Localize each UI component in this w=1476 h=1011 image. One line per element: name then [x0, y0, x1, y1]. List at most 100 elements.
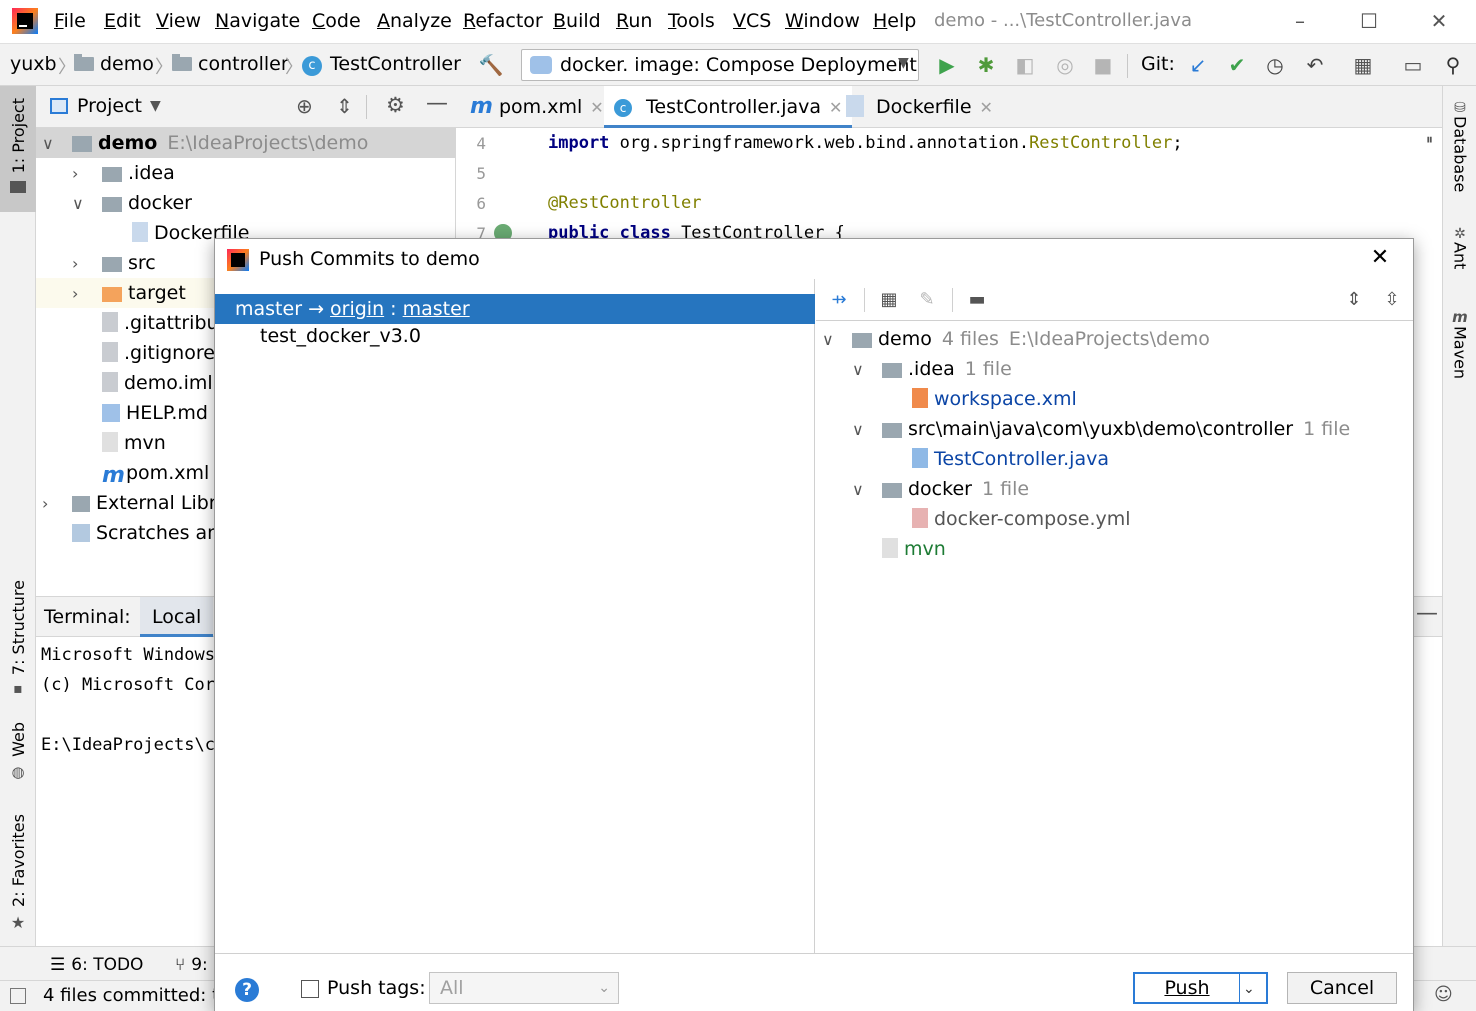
intellij-logo-icon: [227, 249, 249, 271]
changed-file-item[interactable]: workspace.xml: [816, 384, 1413, 414]
locate-file-icon[interactable]: ⊕: [296, 94, 313, 118]
menu-tools[interactable]: Tools: [668, 10, 715, 32]
window-close-button[interactable]: ✕: [1427, 8, 1451, 34]
close-icon[interactable]: ✕: [1365, 243, 1395, 273]
breadcrumb-folder[interactable]: controller: [172, 53, 289, 75]
remote-link[interactable]: origin: [330, 298, 384, 320]
menu-edit[interactable]: Edit: [104, 10, 141, 32]
git-history-icon[interactable]: ◷: [1262, 52, 1288, 78]
help-icon[interactable]: ?: [235, 978, 259, 1002]
build-hammer-icon[interactable]: 🔨: [478, 52, 504, 78]
chevron-down-icon[interactable]: ∨: [852, 355, 866, 385]
menu-vcs[interactable]: VCS: [733, 10, 771, 32]
terminal-tab-local[interactable]: Local: [140, 597, 214, 637]
coverage-icon[interactable]: ◧: [1012, 52, 1038, 78]
chevron-down-icon[interactable]: ∨: [822, 325, 836, 355]
changed-file-item[interactable]: docker-compose.yml: [816, 504, 1413, 534]
push-button[interactable]: Push ⌄: [1133, 972, 1268, 1004]
push-tags-select[interactable]: All ⌄: [429, 972, 619, 1004]
tab-pom-xml[interactable]: m pom.xml ✕: [460, 86, 614, 128]
tab-testcontroller-java[interactable]: c TestController.java ✕: [604, 86, 853, 128]
profile-icon[interactable]: ◎: [1052, 52, 1078, 78]
tool-tab-structure[interactable]: 7: Structure ▪: [0, 580, 36, 700]
menu-view[interactable]: View: [156, 10, 201, 32]
menu-analyze[interactable]: Analyze: [377, 10, 452, 32]
chevron-down-icon[interactable]: ∨: [852, 475, 866, 505]
group-by-icon[interactable]: ▦: [876, 287, 902, 313]
target-branch-link[interactable]: master: [403, 298, 470, 320]
changed-file-item[interactable]: ∨ src\main\java\com\yuxb\demo\controller 1…: [816, 414, 1413, 444]
git-update-icon[interactable]: ↙: [1185, 52, 1211, 78]
close-tab-icon[interactable]: ✕: [980, 98, 993, 117]
tool-tab-web[interactable]: Web ◍: [0, 722, 36, 788]
stop-icon[interactable]: ■: [1090, 52, 1116, 78]
chevron-down-icon[interactable]: ⌄: [1243, 975, 1255, 1003]
changed-file-item[interactable]: mvn: [816, 534, 1413, 564]
git-commit-icon[interactable]: ✔: [1224, 52, 1250, 78]
chevron-down-icon[interactable]: ∨: [852, 415, 866, 445]
menu-navigate[interactable]: Navigate: [215, 10, 300, 32]
project-tree-item-label: HELP.md: [126, 402, 208, 424]
chevron-right-icon[interactable]: ›: [72, 159, 86, 189]
menu-refactor[interactable]: Refactor: [463, 10, 543, 32]
close-tab-icon[interactable]: ✕: [590, 98, 603, 117]
menu-file[interactable]: File: [54, 10, 86, 32]
chevron-right-icon[interactable]: ›: [72, 279, 86, 309]
chevron-down-icon[interactable]: ∨: [42, 129, 56, 159]
menu-window[interactable]: Window: [785, 10, 860, 32]
tool-tab-maven[interactable]: m Maven: [1443, 308, 1476, 388]
commit-item[interactable]: test_docker_v3.0: [260, 325, 421, 347]
show-details-icon[interactable]: ▬: [964, 287, 990, 313]
branch-push-row[interactable]: master → origin : master: [215, 294, 815, 324]
debug-bug-icon[interactable]: ✱: [973, 52, 999, 78]
tool-tab-todo[interactable]: ☰ 6: TODO: [50, 955, 143, 975]
menu-run[interactable]: Run: [616, 10, 652, 32]
gear-icon[interactable]: ⚙: [386, 93, 405, 117]
show-diff-icon[interactable]: ⇸: [826, 287, 852, 313]
project-tree-item[interactable]: › .idea: [36, 158, 456, 188]
run-configuration-select[interactable]: docker. image: Compose Deployment ▼: [521, 49, 919, 81]
menu-build[interactable]: Build: [553, 10, 601, 32]
panel-toggle-icon[interactable]: [10, 988, 26, 1004]
tool-tab-vcs[interactable]: ⑂ 9:: [175, 955, 208, 975]
chevron-down-icon[interactable]: ∨: [72, 189, 86, 219]
tool-tab-database[interactable]: ⛁ Database: [1443, 100, 1476, 200]
git-rollback-icon[interactable]: ↶: [1302, 52, 1328, 78]
changed-file-item[interactable]: ∨ demo 4 files E:\IdeaProjects\demo: [816, 324, 1413, 354]
event-log-icon[interactable]: ☺: [1434, 984, 1453, 1005]
maximize-button[interactable]: ☐: [1357, 8, 1381, 34]
tool-tab-ant[interactable]: ✲ Ant: [1443, 226, 1476, 286]
tool-tab-project[interactable]: 1: Project: [0, 86, 36, 212]
menu-code[interactable]: Code: [312, 10, 361, 32]
breadcrumb-project[interactable]: demo: [74, 53, 154, 75]
expand-all-icon[interactable]: ⇕: [1341, 287, 1367, 313]
chevron-down-icon[interactable]: ▼: [150, 98, 161, 114]
tool-tab-favorites[interactable]: 2: Favorites ★: [0, 814, 36, 932]
project-view-title[interactable]: Project: [77, 95, 142, 117]
changed-file-item[interactable]: TestController.java: [816, 444, 1413, 474]
breadcrumb-file[interactable]: c TestController: [302, 53, 461, 76]
push-tags-checkbox[interactable]: [301, 980, 319, 998]
hide-panel-icon[interactable]: —: [426, 91, 448, 116]
reader-mode-icon[interactable]: ⏸: [1426, 132, 1433, 148]
minimize-button[interactable]: –: [1288, 8, 1312, 34]
search-icon[interactable]: ⚲: [1440, 52, 1466, 78]
collapse-all-icon[interactable]: ⇕: [336, 94, 353, 118]
collapse-all-icon[interactable]: ⇳: [1379, 287, 1405, 313]
run-icon[interactable]: ▶: [934, 52, 960, 78]
cancel-button[interactable]: Cancel: [1287, 972, 1397, 1004]
project-tree-item[interactable]: ∨ docker: [36, 188, 456, 218]
project-tree-item[interactable]: ∨ demo E:\IdeaProjects\demo: [36, 128, 456, 158]
breadcrumb-root[interactable]: yuxb: [10, 53, 57, 75]
code-keyword: import: [548, 133, 610, 153]
presentation-icon[interactable]: ▭: [1400, 52, 1426, 78]
changed-file-item[interactable]: ∨ docker 1 file: [816, 474, 1413, 504]
changed-file-item[interactable]: ∨ .idea 1 file: [816, 354, 1413, 384]
menu-help[interactable]: Help: [873, 10, 916, 32]
chevron-right-icon[interactable]: ›: [42, 489, 56, 519]
project-structure-icon[interactable]: ▦: [1350, 52, 1376, 78]
tab-dockerfile[interactable]: Dockerfile ✕: [836, 86, 1003, 128]
chevron-right-icon[interactable]: ›: [72, 249, 86, 279]
edit-source-icon[interactable]: ✎: [914, 287, 940, 313]
hide-panel-icon[interactable]: —: [1416, 601, 1438, 626]
